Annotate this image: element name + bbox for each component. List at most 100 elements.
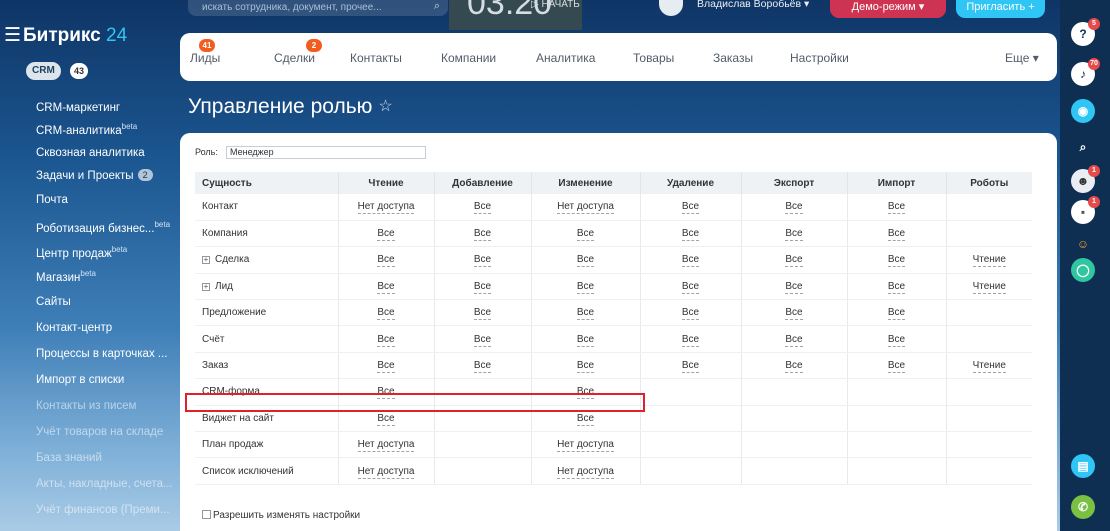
tab-deals[interactable]: Сделки [274, 51, 315, 65]
permission-cell[interactable]: Все [640, 273, 742, 301]
permission-cell[interactable]: Нет доступа [531, 431, 641, 459]
permission-cell[interactable]: Все [531, 352, 641, 380]
sidebar-item-tasks[interactable]: Задачи и Проекты 2 [36, 169, 178, 183]
menu-icon[interactable]: ☰ [4, 24, 21, 47]
permission-value[interactable]: Чтение [972, 254, 1006, 268]
permission-value[interactable]: Все [681, 360, 700, 374]
permission-cell[interactable]: Все [531, 246, 641, 274]
entity-cell[interactable]: + Сделка [195, 246, 339, 274]
permission-value[interactable]: Все [576, 333, 595, 347]
permission-cell[interactable]: Все [531, 220, 641, 248]
permission-cell[interactable]: Чтение [946, 246, 1032, 274]
permission-value[interactable]: Все [785, 360, 803, 374]
search-icon[interactable]: ⌕ [1071, 135, 1095, 159]
document-icon[interactable]: ▤ [1071, 454, 1095, 478]
permission-value[interactable]: Все [473, 280, 492, 294]
bell-icon[interactable]: ♪ 70 [1071, 58, 1100, 86]
permission-cell[interactable]: Все [434, 273, 532, 301]
permission-cell[interactable]: Чтение [946, 273, 1032, 301]
permission-cell[interactable]: Все [741, 325, 848, 353]
permission-value[interactable]: Все [473, 254, 492, 268]
permission-cell[interactable]: Все [531, 273, 641, 301]
permission-cell[interactable]: Все [741, 220, 848, 248]
permission-value[interactable]: Нет доступа [357, 465, 415, 479]
permission-cell[interactable]: Все [434, 246, 532, 274]
permission-value[interactable]: Все [681, 228, 700, 242]
sidebar-item-card-processes[interactable]: Процессы в карточках ... [36, 347, 178, 361]
permission-value[interactable]: Все [377, 228, 395, 242]
permission-value[interactable]: Все [377, 254, 395, 268]
permission-cell[interactable]: Все [434, 194, 532, 221]
permission-cell[interactable]: Все [338, 273, 435, 301]
permission-cell[interactable]: Все [338, 220, 435, 248]
permission-value[interactable]: Все [576, 254, 595, 268]
permission-cell[interactable]: Все [338, 325, 435, 353]
permission-value[interactable]: Все [473, 228, 492, 242]
sidebar-item-sales-center[interactable]: Центр продажbeta [36, 243, 178, 261]
permission-cell[interactable]: Все [338, 352, 435, 380]
permission-value[interactable]: Все [785, 254, 803, 268]
sidebar-item-store[interactable]: Магазинbeta [36, 267, 178, 285]
permission-cell[interactable]: Все [741, 352, 848, 380]
permission-value[interactable]: Все [785, 333, 803, 347]
permission-cell[interactable]: Все [434, 220, 532, 248]
permission-cell[interactable]: Нет доступа [338, 194, 435, 221]
permission-cell[interactable]: Все [847, 246, 947, 274]
company-icon[interactable]: ▪ 1 [1071, 196, 1100, 224]
permission-value[interactable]: Все [785, 280, 803, 294]
user-name-menu[interactable]: Владислав Воробьёв ▾ [697, 0, 809, 10]
permission-cell[interactable]: Все [847, 325, 947, 353]
permission-cell[interactable]: Нет доступа [531, 194, 641, 221]
phone-icon[interactable]: ✆ [1071, 495, 1095, 519]
openlines-icon[interactable]: ☻ 1 [1071, 165, 1100, 193]
permission-value[interactable]: Все [785, 228, 803, 242]
start-workday-button[interactable]: ▷ НАЧАТЬ [531, 0, 580, 10]
permission-value[interactable]: Все [377, 307, 395, 321]
permission-value[interactable]: Все [576, 280, 595, 294]
allow-settings-checkbox[interactable] [202, 510, 211, 519]
invite-button[interactable]: Пригласить + [956, 0, 1045, 18]
user-avatar-icon[interactable]: ☺ [1071, 232, 1095, 256]
tab-products[interactable]: Товары [633, 51, 674, 65]
permission-cell[interactable]: Все [434, 352, 532, 380]
permission-value[interactable]: Все [887, 280, 906, 294]
role-name-input[interactable]: Менеджер [226, 146, 426, 159]
sidebar-item-warehouse[interactable]: Учёт товаров на складе [36, 425, 178, 439]
permission-value[interactable]: Все [473, 333, 492, 347]
sidebar-item-contact-center[interactable]: Контакт-центр [36, 321, 178, 335]
chat-icon[interactable]: ◉ [1071, 99, 1095, 123]
permission-value[interactable]: Нет доступа [557, 465, 614, 479]
permission-value[interactable]: Все [887, 360, 906, 374]
permission-value[interactable]: Все [576, 360, 595, 374]
permission-value[interactable]: Все [681, 254, 700, 268]
tab-contacts[interactable]: Контакты [350, 51, 402, 65]
permission-value[interactable]: Все [681, 333, 700, 347]
permission-cell[interactable]: Все [847, 299, 947, 327]
tab-leads[interactable]: Лиды [190, 51, 220, 65]
crm-menu-pill[interactable]: CRM [26, 62, 61, 80]
permission-value[interactable]: Нет доступа [557, 201, 614, 215]
sidebar-item-finance[interactable]: Учёт финансов (Преми... [36, 503, 178, 517]
permission-cell[interactable]: Все [741, 246, 848, 274]
tab-settings[interactable]: Настройки [790, 51, 849, 65]
permission-cell[interactable]: Все [847, 273, 947, 301]
permission-cell[interactable]: Чтение [946, 352, 1032, 380]
permission-value[interactable]: Все [681, 280, 700, 294]
user-avatar[interactable] [659, 0, 683, 16]
permission-value[interactable]: Все [576, 412, 595, 426]
permission-value[interactable]: Все [377, 333, 395, 347]
expand-plus-icon[interactable]: + [202, 256, 210, 265]
contact-icon[interactable]: ◯ [1071, 258, 1095, 282]
permission-cell[interactable]: Все [640, 194, 742, 221]
sidebar-item-mail[interactable]: Почта [36, 193, 178, 207]
sidebar-item-import-lists[interactable]: Импорт в списки [36, 373, 178, 387]
permission-cell[interactable]: Все [338, 246, 435, 274]
permission-value[interactable]: Все [887, 333, 906, 347]
permission-cell[interactable]: Нет доступа [531, 457, 641, 485]
tab-analytics[interactable]: Аналитика [536, 51, 595, 65]
permission-cell[interactable]: Нет доступа [338, 457, 435, 485]
permission-value[interactable]: Чтение [972, 360, 1006, 374]
permission-cell[interactable]: Все [640, 352, 742, 380]
permission-value[interactable]: Все [887, 254, 906, 268]
sidebar-item-crm-marketing[interactable]: CRM-маркетинг [36, 101, 178, 115]
